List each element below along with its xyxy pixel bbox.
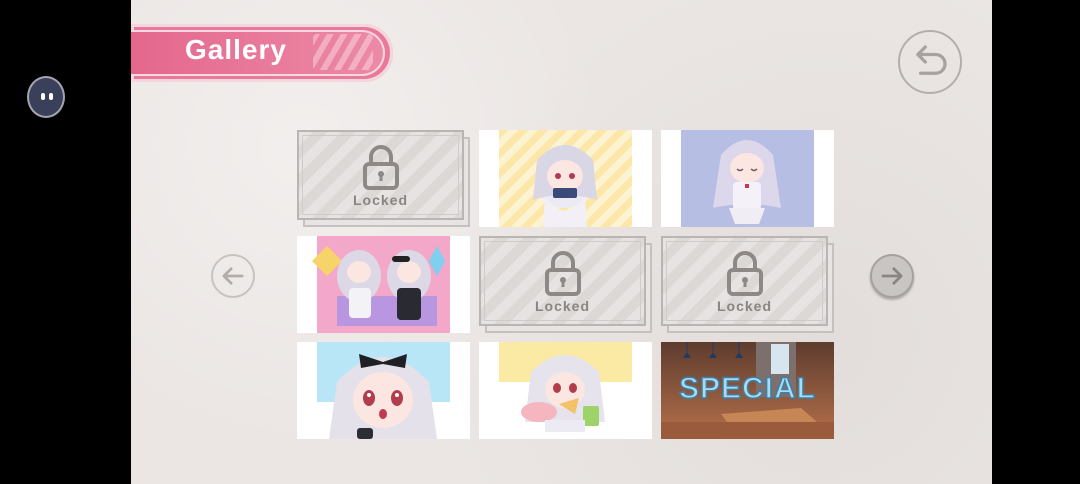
gallery-tile-image[interactable] bbox=[479, 130, 652, 227]
prev-page-button[interactable] bbox=[211, 254, 255, 298]
title-banner-stripes bbox=[313, 34, 373, 70]
gallery-tile-special[interactable]: SPECIAL bbox=[661, 342, 834, 439]
locked-card-front: Locked bbox=[479, 236, 646, 326]
next-page-button[interactable] bbox=[870, 254, 914, 298]
special-label: SPECIAL bbox=[678, 371, 817, 406]
lock-icon bbox=[727, 251, 763, 296]
locked-card-front: Locked bbox=[297, 130, 464, 220]
gallery-tile-image[interactable] bbox=[297, 342, 470, 439]
lock-icon bbox=[363, 145, 399, 190]
locked-label: Locked bbox=[716, 298, 772, 314]
gallery-tile-locked[interactable]: Locked bbox=[479, 236, 652, 333]
girl-eyes-closed-image bbox=[681, 130, 814, 227]
arrow-right-icon bbox=[881, 267, 903, 285]
image-card bbox=[661, 130, 834, 227]
image-card bbox=[297, 236, 470, 333]
title-banner: Gallery bbox=[131, 24, 393, 82]
image-card bbox=[297, 342, 470, 439]
gallery-tile-image[interactable] bbox=[479, 342, 652, 439]
image-card: SPECIAL bbox=[661, 342, 834, 439]
locked-card-front: Locked bbox=[661, 236, 828, 326]
assistant-bubble-icon[interactable] bbox=[27, 76, 65, 118]
girl-with-game-console-image bbox=[499, 130, 632, 227]
two-girls-playing-image bbox=[312, 236, 450, 333]
page-title: Gallery bbox=[185, 34, 287, 65]
eye-left bbox=[41, 93, 45, 100]
arrow-left-icon bbox=[222, 267, 244, 285]
eye-right bbox=[49, 93, 53, 100]
locked-label: Locked bbox=[352, 192, 408, 208]
gallery-tile-locked[interactable]: Locked bbox=[661, 236, 834, 333]
locked-label: Locked bbox=[534, 298, 590, 314]
gallery-screen: Gallery Locked Locked Locked SPECIAL bbox=[131, 0, 992, 484]
lock-icon bbox=[545, 251, 581, 296]
gallery-tile-image[interactable] bbox=[297, 236, 470, 333]
image-card bbox=[479, 130, 652, 227]
undo-arrow-icon bbox=[916, 45, 947, 75]
back-button[interactable] bbox=[898, 30, 962, 94]
girl-eating-snacks-image bbox=[499, 342, 632, 439]
gallery-tile-image[interactable] bbox=[661, 130, 834, 227]
image-card bbox=[479, 342, 652, 439]
gallery-tile-locked[interactable]: Locked bbox=[297, 130, 470, 227]
girl-black-bow-surprised-image bbox=[317, 342, 450, 439]
